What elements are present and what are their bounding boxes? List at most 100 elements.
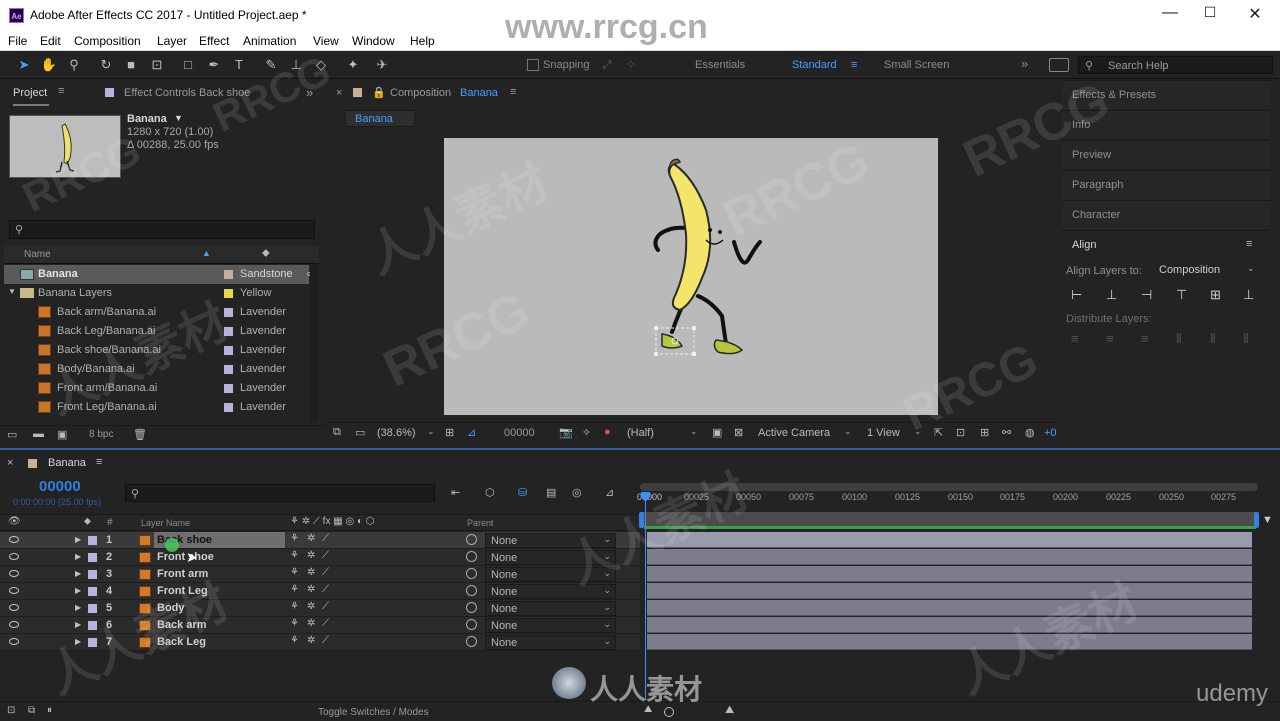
label-swatch[interactable] [224,365,233,374]
workspace-menu-icon[interactable]: ≡ [851,59,857,71]
minimize-button[interactable]: — [1155,4,1185,22]
shy-switch-icon[interactable]: ⚘ [290,635,299,646]
snapping-checkbox[interactable] [527,59,539,71]
camera-dropdown-icon[interactable]: ⌄ [844,426,852,437]
menu-layer[interactable]: Layer [157,34,187,48]
timeline-link-icon[interactable]: ⊞ [980,426,989,439]
layer-label-swatch[interactable] [88,587,97,596]
zoom-slider-handle[interactable] [664,707,674,717]
comp-subtab-banana[interactable]: Banana [345,110,415,127]
lock-icon[interactable]: 🔒 [372,86,386,99]
preview-panel[interactable]: Preview [1062,140,1270,169]
close-button[interactable]: ✕ [1240,4,1270,24]
quality-switch-icon[interactable]: ⟋ [322,533,329,544]
resolution-dropdown-icon[interactable]: ⌄ [690,426,698,437]
interpret-footage-icon[interactable]: ▭ [7,428,17,441]
collapse-switch-icon[interactable]: ✲ [307,618,315,629]
av-switches-header-icon[interactable]: 👁 [8,516,21,527]
shy-switch-icon[interactable]: ⚘ [290,618,299,629]
label-column-tag-icon[interactable]: ⬥ [262,247,270,260]
layer-row[interactable]: ▶ 7 Back Leg ⚘ ✲ ⟋ None ⌄ [0,634,640,651]
align-bottom-icon[interactable]: ⊥ [1243,287,1254,303]
switches-header-icons[interactable]: ⚘ ✲ ⟋ fx ▦ ◎ ◐ ⬡ [290,516,375,527]
work-area-bar[interactable] [640,483,1258,491]
shy-switch-icon[interactable]: ⚘ [290,567,299,578]
distribute-left-icon[interactable]: ⦀ [1176,331,1182,347]
camera-tool-icon[interactable]: ■ [122,56,140,74]
frame-blending-icon[interactable]: ▤ [546,486,556,499]
layer-name[interactable]: Back Leg [157,636,206,648]
shy-switch-icon[interactable]: ⚘ [290,550,299,561]
menu-window[interactable]: Window [352,34,395,48]
expand-layer-icon[interactable]: ▶ [75,586,81,595]
time-navigator[interactable] [640,512,1258,526]
active-camera-value[interactable]: Active Camera [758,427,830,439]
pick-whip-icon[interactable] [466,619,477,630]
fit-icon[interactable]: ⊞ [445,426,454,439]
quality-switch-icon[interactable]: ⟋ [322,584,329,595]
menu-view[interactable]: View [313,34,339,48]
work-area-start-handle[interactable] [639,512,644,528]
shy-switch-icon[interactable]: ⚘ [290,584,299,595]
label-swatch[interactable] [224,270,233,279]
fast-previews-icon[interactable]: ⊡ [956,426,965,439]
zoom-in-icon[interactable]: ⛰ [725,704,734,717]
layer-row[interactable]: ▶ 2 Front shoe ⚘ ✲ ⟋ None ⌄ [0,549,640,566]
magnification-value[interactable]: (38.6%) [377,427,416,439]
pick-whip-icon[interactable] [466,568,477,579]
expand-layer-icon[interactable]: ▶ [75,535,81,544]
layer-duration-bar[interactable] [647,532,1252,548]
align-menu-icon[interactable]: ≡ [1246,238,1252,250]
toggle-pixel-aspect-icon[interactable]: ⇱ [934,426,943,439]
project-search-input[interactable]: ⚲ [9,220,315,239]
video-eye-icon[interactable] [9,604,19,611]
always-preview-icon[interactable]: ⧉ [333,426,341,439]
snapshot-camera-icon[interactable]: 📷 [559,426,573,439]
project-menu-icon[interactable]: ≡ [58,85,64,97]
expand-layer-icon[interactable]: ▶ [75,637,81,646]
collapse-switch-icon[interactable]: ✲ [307,567,315,578]
list-item[interactable]: Back arm/Banana.ai Lavender [4,303,309,322]
list-item[interactable]: Back Leg/Banana.ai Lavender [4,322,309,341]
layer-label-swatch[interactable] [88,638,97,647]
distribute-top-icon[interactable]: ≡ [1071,331,1079,346]
quality-switch-icon[interactable]: ⟋ [322,550,329,561]
parent-select[interactable]: None ⌄ [485,533,616,548]
align-right-icon[interactable]: ⊣ [1141,287,1152,303]
views-value[interactable]: 1 View [867,427,900,439]
pick-whip-icon[interactable] [466,585,477,596]
layer-name-header[interactable]: Layer Name [141,518,190,528]
views-dropdown-icon[interactable]: ⌄ [914,426,922,437]
quality-switch-icon[interactable]: ⟋ [322,618,329,629]
playhead-line[interactable] [645,500,646,700]
project-scrollbar[interactable] [310,265,318,420]
distribute-hcenter-icon[interactable]: ⦀ [1210,331,1216,347]
selection-tool-icon[interactable]: ➤ [15,56,33,74]
parent-select[interactable]: None ⌄ [485,567,616,582]
collapse-switch-icon[interactable]: ✲ [307,601,315,612]
parent-select[interactable]: None ⌄ [485,601,616,616]
zoom-out-icon[interactable]: ⛰ [644,704,652,715]
region-of-interest-icon[interactable]: ▣ [712,426,722,439]
roto-brush-tool-icon[interactable]: ✦ [344,56,362,74]
column-name-header[interactable]: Name [24,249,51,260]
tab-composition-banana[interactable]: Banana [460,87,498,99]
layer-switches-toggle-icon[interactable]: ⊡ [7,705,15,716]
align-layers-to-select[interactable]: Composition ⌄ [1155,263,1260,278]
tab-project[interactable]: Project [13,87,47,99]
layer-number-header[interactable]: # [107,517,113,528]
bit-depth-button[interactable]: 8 bpc [89,429,113,440]
distribute-vcenter-icon[interactable]: ≡ [1106,331,1114,346]
layer-row[interactable]: ▶ 1 Back shoe ⚘ ✲ ⟋ None ⌄ [0,532,640,549]
layer-name[interactable]: Back arm [157,619,207,631]
timeline-menu-icon[interactable]: ≡ [96,456,102,468]
display-icon[interactable]: ▭ [355,426,365,439]
rectangle-tool-icon[interactable]: □ [179,56,197,74]
timeline-close-icon[interactable]: × [7,457,13,469]
layer-duration-bar[interactable] [647,583,1252,599]
layer-duration-bar[interactable] [647,617,1252,633]
in-out-toggle-icon[interactable]: ⏸ [47,705,52,716]
workspace-small-screen[interactable]: Small Screen [884,59,949,71]
flowchart-view-icon[interactable]: ⚯ [1002,426,1011,439]
time-ruler[interactable] [640,482,1260,531]
